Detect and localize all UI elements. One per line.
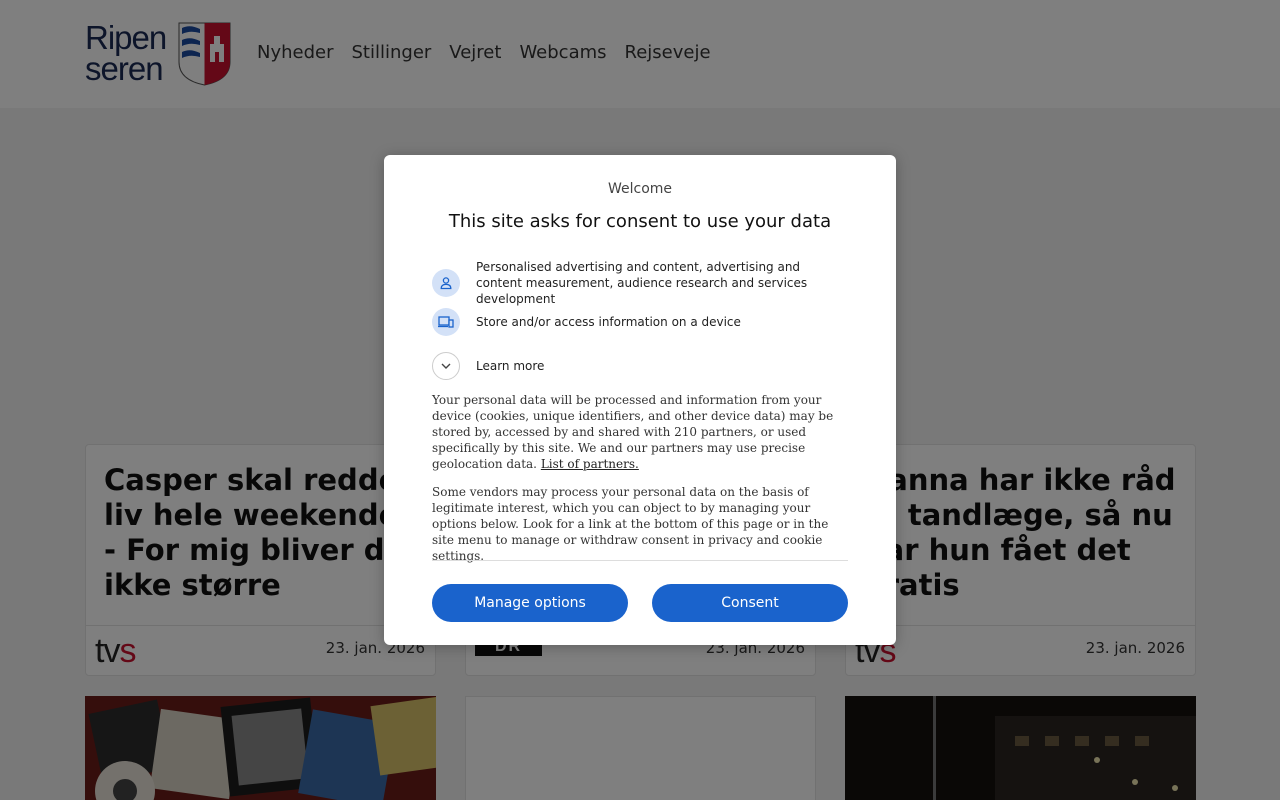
- dialog-welcome: Welcome: [607, 181, 673, 197]
- devices-icon: [432, 308, 460, 336]
- learn-more-row[interactable]: Learn more: [432, 352, 846, 380]
- purpose-text: Personalised advertising and content, ad…: [476, 260, 808, 306]
- purpose-text: Store and/or access information on a dev…: [476, 315, 741, 329]
- consent-button[interactable]: Consent: [652, 584, 848, 622]
- learn-more-label[interactable]: Learn more: [476, 358, 846, 374]
- manage-options-button[interactable]: Manage options: [432, 584, 628, 622]
- list-of-partners-link[interactable]: List of partners.: [541, 457, 639, 471]
- dialog-title: This site asks for consent to use your d…: [448, 211, 832, 232]
- purpose-item: Personalised advertising and content, ad…: [432, 259, 846, 307]
- chevron-down-icon[interactable]: [432, 352, 460, 380]
- consent-dialog: Welcome This site asks for consent to us…: [384, 155, 896, 645]
- dialog-divider: [432, 560, 848, 561]
- consent-paragraph-1: Your personal data will be processed and…: [432, 392, 848, 472]
- person-icon: [432, 269, 460, 297]
- consent-paragraph-2: Some vendors may process your personal d…: [432, 485, 829, 563]
- purpose-item: Store and/or access information on a dev…: [432, 308, 846, 336]
